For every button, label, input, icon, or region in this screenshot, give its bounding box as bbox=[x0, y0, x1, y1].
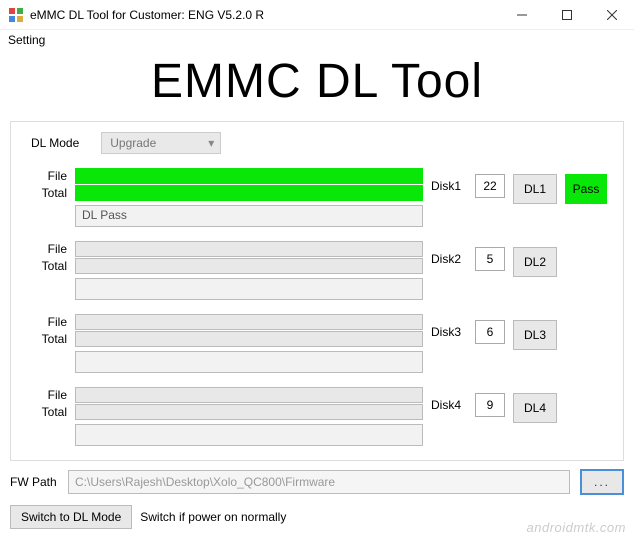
disk-controls: Disk1 DL1 Pass bbox=[431, 168, 607, 204]
disk-label: Disk3 bbox=[431, 320, 467, 339]
disk-bars bbox=[75, 241, 423, 300]
maximize-button[interactable] bbox=[544, 0, 589, 29]
fw-path-row: FW Path ... bbox=[10, 469, 624, 495]
main-panel: DL Mode Upgrade File Total DL Pass Disk1… bbox=[10, 121, 624, 461]
dl-button-4[interactable]: DL4 bbox=[513, 393, 557, 423]
disk-label: Disk4 bbox=[431, 393, 467, 412]
disk-labels: File Total bbox=[23, 168, 67, 202]
fw-path-input[interactable] bbox=[68, 470, 570, 494]
status-box bbox=[75, 351, 423, 373]
total-label: Total bbox=[23, 404, 67, 421]
disk-label: Disk2 bbox=[431, 247, 467, 266]
file-progress-bar bbox=[75, 241, 423, 257]
status-box bbox=[75, 278, 423, 300]
switch-hint: Switch if power on normally bbox=[140, 510, 286, 524]
switch-mode-button[interactable]: Switch to DL Mode bbox=[10, 505, 132, 529]
fw-browse-button[interactable]: ... bbox=[580, 469, 624, 495]
disk-labels: File Total bbox=[23, 241, 67, 275]
status-box bbox=[75, 424, 423, 446]
disk-num-input[interactable] bbox=[475, 247, 505, 271]
disk-num-input[interactable] bbox=[475, 393, 505, 417]
dl-mode-label: DL Mode bbox=[31, 136, 79, 150]
total-progress-bar bbox=[75, 404, 423, 420]
file-label: File bbox=[23, 314, 67, 331]
window-controls bbox=[499, 0, 634, 29]
file-label: File bbox=[23, 168, 67, 185]
total-progress-bar bbox=[75, 331, 423, 347]
minimize-button[interactable] bbox=[499, 0, 544, 29]
disk-block-2: File Total Disk2 DL2 bbox=[23, 241, 611, 300]
disk-block-1: File Total DL Pass Disk1 DL1 Pass bbox=[23, 168, 611, 227]
file-progress-bar bbox=[75, 387, 423, 403]
disk-bars bbox=[75, 314, 423, 373]
window-title: eMMC DL Tool for Customer: ENG V5.2.0 R bbox=[30, 8, 499, 22]
disk-controls: Disk2 DL2 bbox=[431, 241, 557, 277]
disk-bars: DL Pass bbox=[75, 168, 423, 227]
file-progress-bar bbox=[75, 314, 423, 330]
pass-badge: Pass bbox=[565, 174, 607, 204]
status-box: DL Pass bbox=[75, 205, 423, 227]
disk-labels: File Total bbox=[23, 387, 67, 421]
file-label: File bbox=[23, 387, 67, 404]
close-button[interactable] bbox=[589, 0, 634, 29]
total-label: Total bbox=[23, 331, 67, 348]
hero-title: EMMC DL Tool bbox=[0, 54, 634, 109]
disk-controls: Disk4 DL4 bbox=[431, 387, 557, 423]
watermark: androidmtk.com bbox=[527, 520, 626, 535]
total-label: Total bbox=[23, 258, 67, 275]
file-progress-bar bbox=[75, 168, 423, 184]
dl-button-3[interactable]: DL3 bbox=[513, 320, 557, 350]
disk-block-3: File Total Disk3 DL3 bbox=[23, 314, 611, 373]
disk-label: Disk1 bbox=[431, 174, 467, 193]
total-progress-bar bbox=[75, 258, 423, 274]
menu-setting[interactable]: Setting bbox=[8, 33, 45, 47]
file-label: File bbox=[23, 241, 67, 258]
dl-mode-select[interactable]: Upgrade bbox=[101, 132, 221, 154]
menubar: Setting bbox=[0, 30, 634, 50]
app-icon bbox=[8, 7, 24, 23]
disk-labels: File Total bbox=[23, 314, 67, 348]
fw-path-label: FW Path bbox=[10, 475, 58, 489]
dl-button-2[interactable]: DL2 bbox=[513, 247, 557, 277]
total-label: Total bbox=[23, 185, 67, 202]
disk-num-input[interactable] bbox=[475, 320, 505, 344]
disk-num-input[interactable] bbox=[475, 174, 505, 198]
titlebar: eMMC DL Tool for Customer: ENG V5.2.0 R bbox=[0, 0, 634, 30]
disk-bars bbox=[75, 387, 423, 446]
disk-block-4: File Total Disk4 DL4 bbox=[23, 387, 611, 446]
dl-mode-row: DL Mode Upgrade bbox=[31, 132, 611, 154]
total-progress-bar bbox=[75, 185, 423, 201]
disk-controls: Disk3 DL3 bbox=[431, 314, 557, 350]
dl-button-1[interactable]: DL1 bbox=[513, 174, 557, 204]
